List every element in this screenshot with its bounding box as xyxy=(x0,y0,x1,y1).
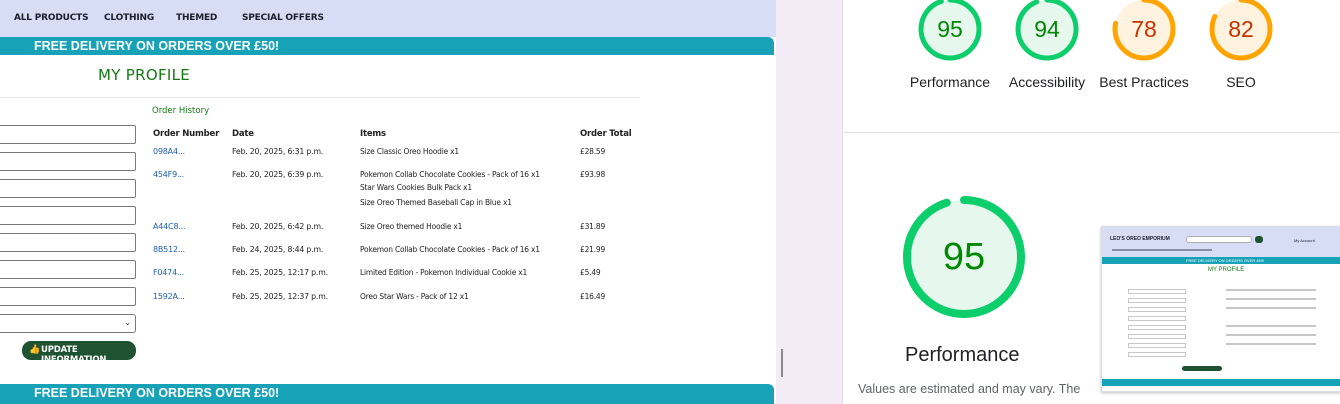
order-date: Feb. 20, 2025, 6:31 p.m. xyxy=(232,147,324,156)
delivery-banner-top: FREE DELIVERY ON ORDERS OVER £50! xyxy=(0,37,774,55)
order-total: £21.99 xyxy=(580,245,606,254)
thumb-update-button xyxy=(1182,366,1222,371)
panel-gutter xyxy=(776,0,842,404)
thumb-nav xyxy=(1112,249,1212,251)
thumb-banner: FREE DELIVERY ON ORDERS OVER £50! xyxy=(1102,257,1340,264)
big-score-value: 95 xyxy=(942,236,986,278)
order-total: £16.49 xyxy=(580,292,606,301)
score-value-performance: 95 xyxy=(937,16,963,42)
order-item: Limited Edition - Pokemon Individual Coo… xyxy=(360,268,528,277)
order-total: £93.98 xyxy=(580,170,606,179)
order-item: Pokemon Collab Chocolate Cookies - Pack … xyxy=(360,245,540,254)
delivery-banner-bottom: FREE DELIVERY ON ORDERS OVER £50! xyxy=(0,384,774,404)
nav-special-offers[interactable]: SPECIAL OFFERS xyxy=(242,13,324,23)
performance-heading: Performance xyxy=(905,344,1020,366)
thumb-logo: LEO'S OREO EMPORIUM xyxy=(1110,236,1170,242)
delivery-banner-text: FREE DELIVERY ON ORDERS OVER £50! xyxy=(34,39,280,53)
final-screenshot-thumbnail[interactable]: LEO'S OREO EMPORIUM My Account FREE DELI… xyxy=(1101,226,1340,392)
country-select[interactable]: ⌄ xyxy=(0,314,136,333)
profile-field-2[interactable] xyxy=(0,152,136,171)
profile-field-4[interactable] xyxy=(0,206,136,225)
order-number-link[interactable]: A44C8... xyxy=(153,222,186,231)
order-date: Feb. 25, 2025, 12:17 p.m. xyxy=(232,268,328,277)
order-history-title: Order History xyxy=(152,106,210,116)
header-items: Items xyxy=(360,129,386,139)
estimate-note: Values are estimated and may vary. The xyxy=(858,382,1081,396)
score-value-best-practices: 78 xyxy=(1131,16,1157,42)
order-item: Size Classic Oreo Hoodie x1 xyxy=(360,147,459,156)
thumb-banner-text: FREE DELIVERY ON ORDERS OVER £50! xyxy=(1186,258,1265,263)
gauge-label-best-practices[interactable]: Best Practices xyxy=(1099,72,1189,92)
thumb-search-button xyxy=(1255,236,1263,243)
order-number-link[interactable]: 098A4... xyxy=(153,147,185,156)
thumb-account: My Account xyxy=(1294,238,1315,243)
order-item: Oreo Star Wars - Pack of 12 x1 xyxy=(360,292,469,301)
thumb-title: MY PROFILE xyxy=(1208,267,1245,273)
thumb-search xyxy=(1186,236,1252,243)
profile-field-7[interactable] xyxy=(0,287,136,306)
section-divider xyxy=(843,132,1340,133)
thumb-orders xyxy=(1226,289,1316,369)
order-number-link[interactable]: 8B512... xyxy=(153,245,185,254)
order-item: Pokemon Collab Chocolate Cookies - Pack … xyxy=(360,170,540,179)
order-number-link[interactable]: 1592A... xyxy=(153,292,185,301)
header-order-number: Order Number xyxy=(153,129,220,139)
lighthouse-report: 95 94 78 82 Performance Accessibility Be… xyxy=(843,0,1340,404)
order-total: £5.49 xyxy=(580,268,601,277)
divider xyxy=(0,97,640,98)
page-title: MY PROFILE xyxy=(98,66,191,84)
profile-field-3[interactable] xyxy=(0,179,136,198)
update-information-button[interactable]: 👍 UPDATE INFORMATION xyxy=(22,341,136,365)
score-value-accessibility: 94 xyxy=(1034,16,1060,42)
nav-clothing[interactable]: CLOTHING xyxy=(104,13,154,23)
order-number-link[interactable]: 454F9... xyxy=(153,170,184,179)
profile-field-6[interactable] xyxy=(0,260,136,279)
thumb-form xyxy=(1128,289,1186,379)
splitter-handle[interactable] xyxy=(781,349,783,377)
order-date: Feb. 24, 2025, 8:44 p.m. xyxy=(232,245,324,254)
screen: ALL PRODUCTS CLOTHING THEMED SPECIAL OFF… xyxy=(0,0,1340,404)
profile-field-1[interactable] xyxy=(0,125,136,144)
thumb-header: LEO'S OREO EMPORIUM My Account xyxy=(1102,227,1340,257)
order-total: £28.59 xyxy=(580,147,606,156)
delivery-banner-text: FREE DELIVERY ON ORDERS OVER £50! xyxy=(34,386,280,400)
order-number-link[interactable]: F0474... xyxy=(153,268,184,277)
order-item: Size Oreo Themed Baseball Cap in Blue x1 xyxy=(360,198,512,207)
header-order-total: Order Total xyxy=(580,129,632,139)
chevron-down-icon: ⌄ xyxy=(124,318,131,327)
order-total: £31.89 xyxy=(580,222,606,231)
order-date: Feb. 20, 2025, 6:42 p.m. xyxy=(232,222,324,231)
profile-field-5[interactable] xyxy=(0,233,136,252)
header-date: Date xyxy=(232,129,254,139)
score-value-seo: 82 xyxy=(1228,16,1254,42)
update-button-label: UPDATE INFORMATION xyxy=(41,345,107,365)
website-viewport: ALL PRODUCTS CLOTHING THEMED SPECIAL OFF… xyxy=(0,0,776,404)
nav-themed[interactable]: THEMED xyxy=(176,13,217,23)
order-item: Star Wars Cookies Bulk Pack x1 xyxy=(360,183,472,192)
thumb-banner-bottom xyxy=(1102,379,1340,386)
nav-all-products[interactable]: ALL PRODUCTS xyxy=(14,13,89,23)
order-item: Size Oreo themed Hoodie x1 xyxy=(360,222,463,231)
thumbs-up-icon: 👍 xyxy=(29,344,41,354)
gauge-label-seo[interactable]: SEO xyxy=(1186,72,1296,92)
order-date: Feb. 25, 2025, 12:37 p.m. xyxy=(232,292,328,301)
top-navigation: ALL PRODUCTS CLOTHING THEMED SPECIAL OFF… xyxy=(0,0,776,37)
gauge-label-accessibility[interactable]: Accessibility xyxy=(992,72,1102,92)
gauge-label-performance[interactable]: Performance xyxy=(895,72,1005,92)
order-date: Feb. 20, 2025, 6:39 p.m. xyxy=(232,170,324,179)
